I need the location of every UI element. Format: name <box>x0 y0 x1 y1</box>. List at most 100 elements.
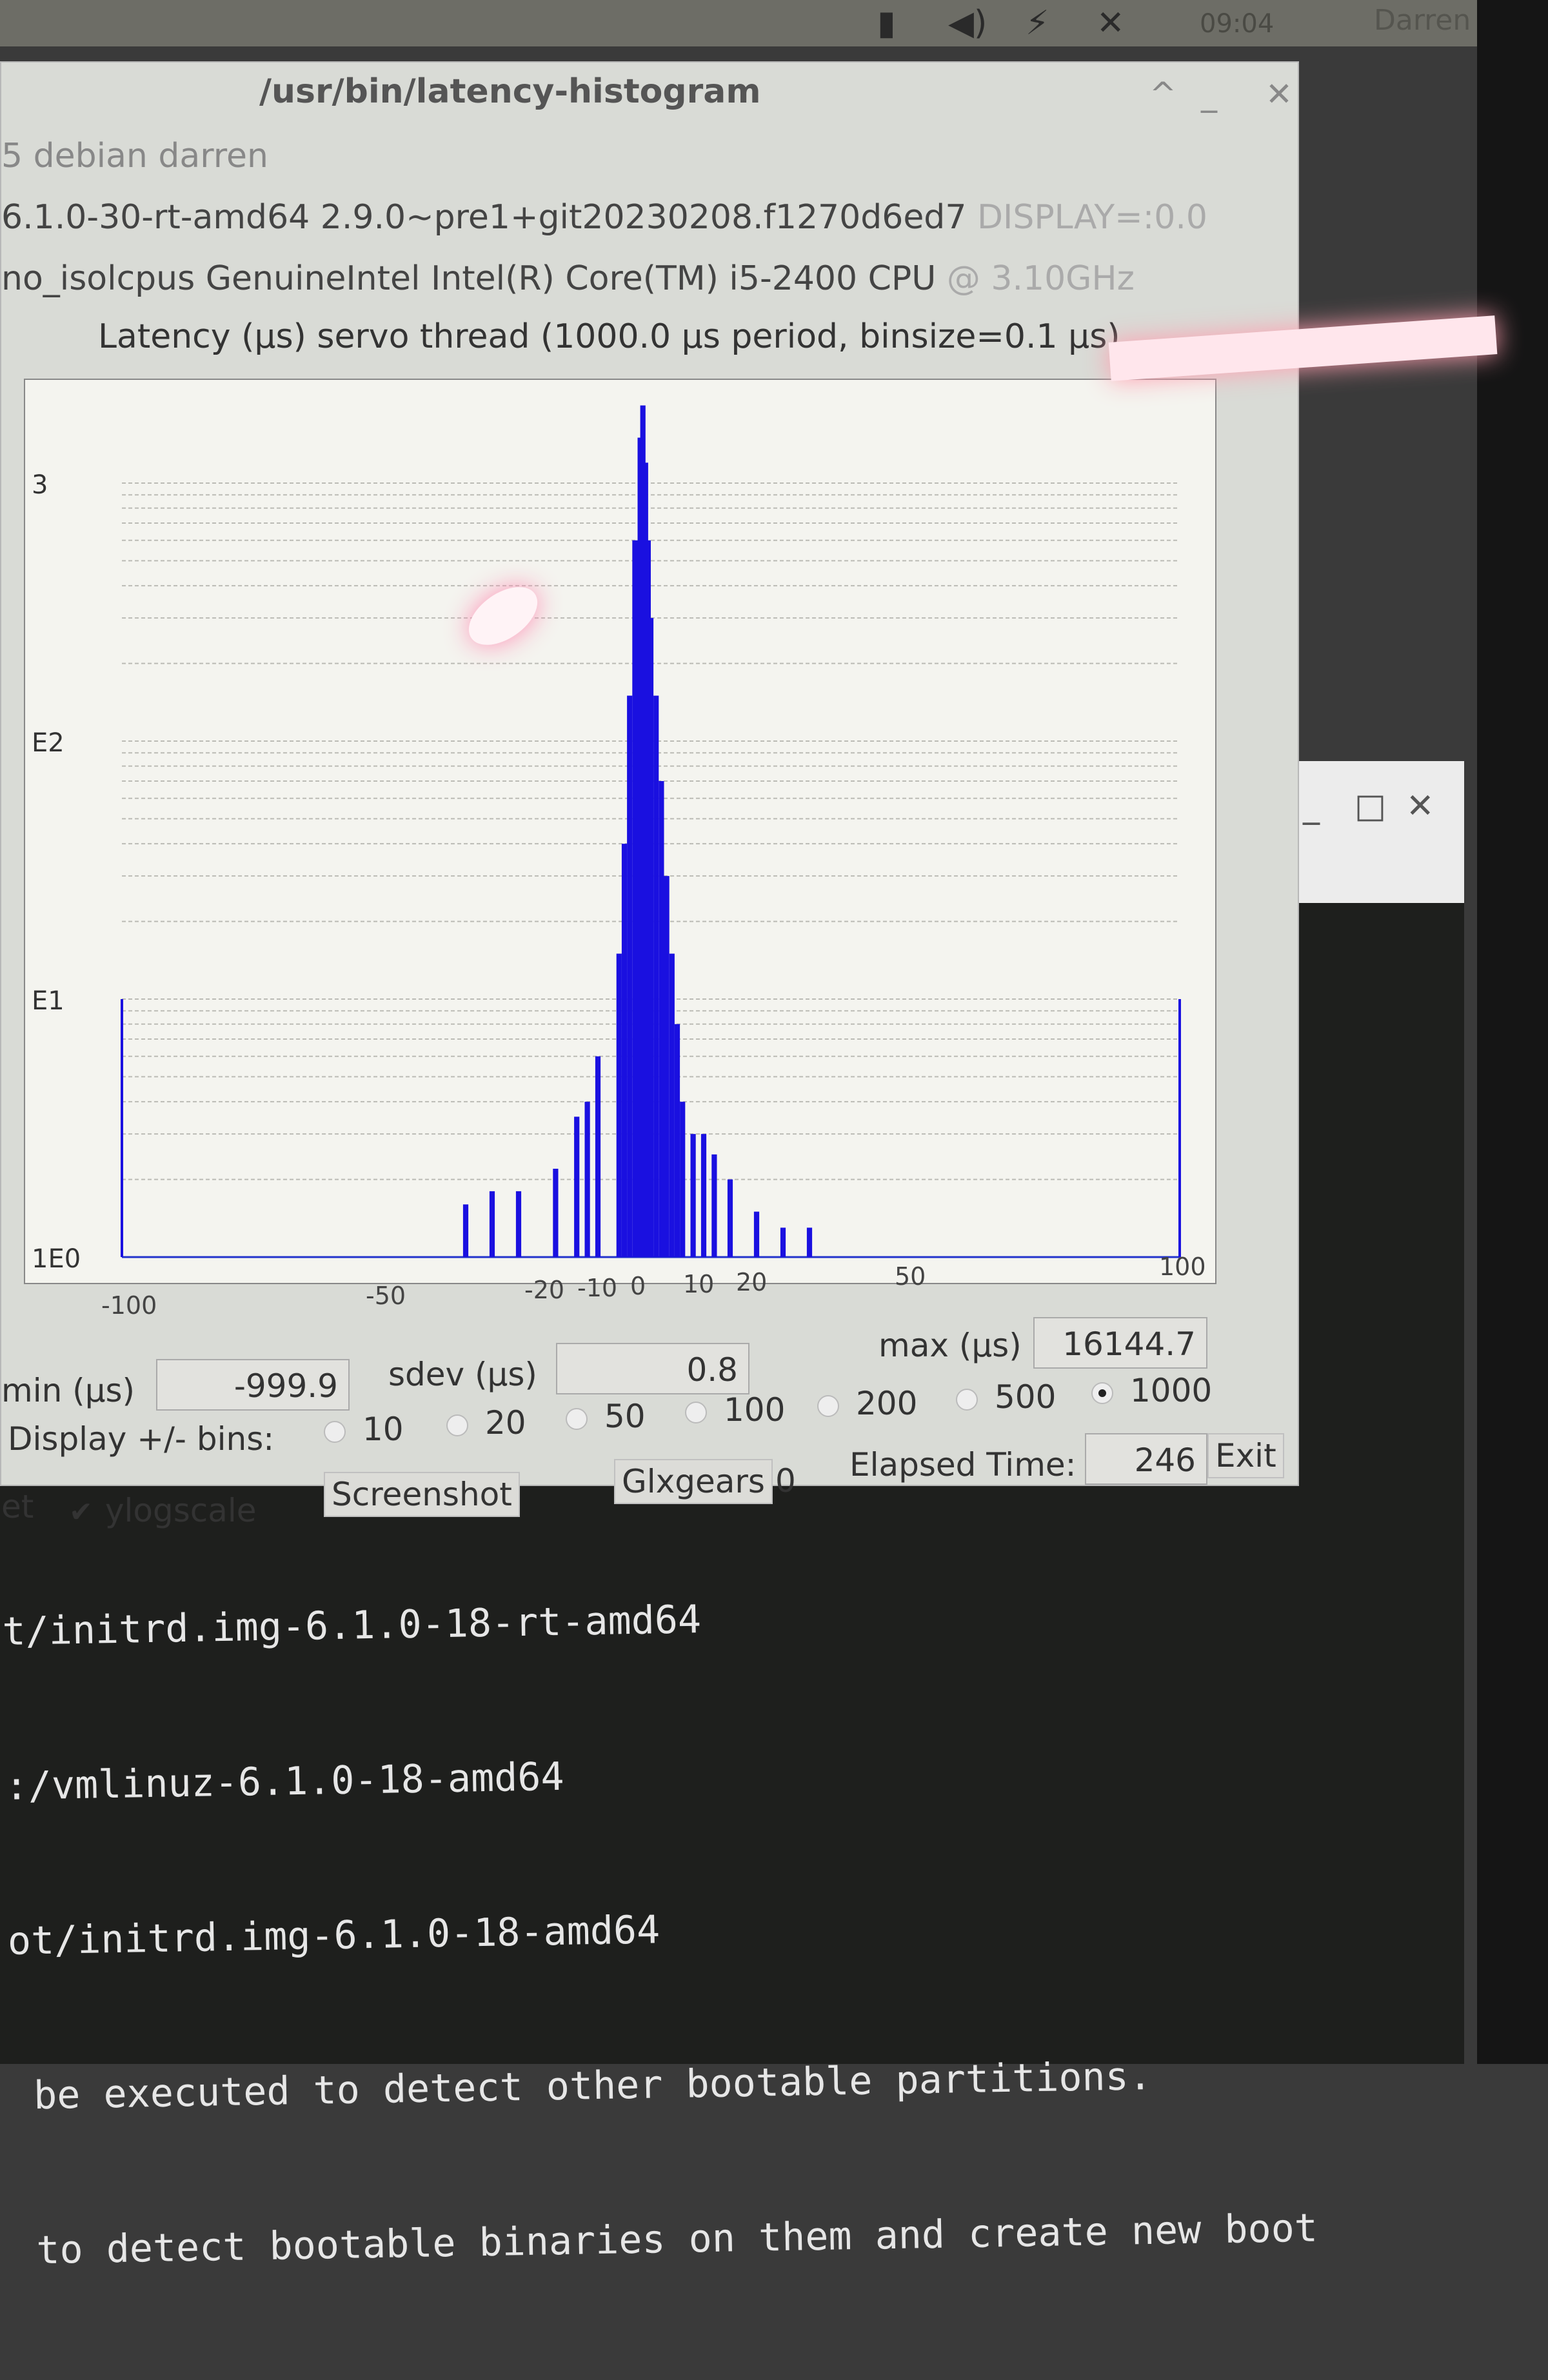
close-icon[interactable]: ✕ <box>1265 75 1293 113</box>
exit-button[interactable]: Exit <box>1207 1433 1284 1478</box>
bins-option-label: 500 <box>995 1378 1057 1416</box>
histogram-bar <box>462 1204 469 1257</box>
terminal-line: be executed to detect other bootable par… <box>10 2053 1153 2119</box>
minimize-icon[interactable]: _ <box>1303 787 1320 826</box>
histogram-bar <box>515 1191 522 1257</box>
histogram-bar <box>1178 999 1181 1257</box>
ylogscale-checkbox[interactable]: ✔ ylogscale <box>69 1492 257 1529</box>
screenshot-button[interactable]: Screenshot <box>324 1472 520 1517</box>
bins-radio-50[interactable]: 50 <box>566 1398 646 1435</box>
histogram-bar <box>690 1134 696 1257</box>
volume-icon[interactable]: ◀) <box>948 4 987 43</box>
panel-user[interactable]: Darren <box>1374 4 1471 37</box>
bins-option-label: 50 <box>604 1398 646 1435</box>
latency-title: Latency (µs) servo thread (1000.0 µs per… <box>98 317 1120 356</box>
x-tick-label: 10 <box>683 1270 715 1298</box>
glxgears-count: 0 <box>775 1462 796 1500</box>
histogram-bar <box>659 780 664 1257</box>
kernel-version: 6.1.0-30-rt-amd64 2.9.0~pre1+git20230208… <box>1 198 967 237</box>
histogram-bar <box>648 618 654 1257</box>
histogram-svg: 1E0 E1 E2 3 <box>32 405 1181 1274</box>
histogram-bar <box>121 999 123 1257</box>
histogram-chart: 1E0 E1 E2 3 <box>24 379 1216 1284</box>
background-window[interactable]: _ □ ✕ <box>1284 761 1464 903</box>
min-label: min (µs) <box>1 1372 135 1409</box>
display-bins-label: Display +/- bins: <box>8 1420 275 1458</box>
notification-icon[interactable]: ✕ <box>1096 4 1125 43</box>
y-tick-label: 1E0 <box>32 1244 81 1274</box>
bins-radio-20[interactable]: 20 <box>446 1404 526 1442</box>
y-tick-label: 3 <box>32 470 48 500</box>
histogram-bar <box>584 1102 590 1257</box>
histogram-bar <box>753 1211 760 1257</box>
ylogscale-label: ylogscale <box>104 1492 257 1529</box>
bins-option-label: 1000 <box>1130 1372 1213 1409</box>
x-tick-label: -50 <box>366 1282 406 1310</box>
min-value: -999.9 <box>156 1359 350 1411</box>
histogram-bar <box>680 1102 686 1257</box>
user-info: 5 debian darren <box>1 137 268 175</box>
battery-icon[interactable]: ⚡ <box>1026 4 1049 43</box>
histogram-bar <box>574 1116 580 1257</box>
bins-radio-100[interactable]: 100 <box>685 1391 785 1429</box>
x-tick-label: 20 <box>736 1268 768 1296</box>
terminal-line: to detect bootable binaries on them and … <box>12 2205 1318 2274</box>
reset-button[interactable]: et <box>1 1488 34 1525</box>
terminal-output: t/initrd.img-6.1.0-18-rt-amd64 :/vmlinuz… <box>0 1480 1320 2380</box>
histogram-bar <box>727 1179 733 1257</box>
maximize-icon[interactable]: □ <box>1354 787 1386 826</box>
histogram-bar <box>700 1134 707 1257</box>
histogram-bar <box>653 695 659 1257</box>
bins-option-label: 10 <box>362 1411 404 1448</box>
bins-radio-1000[interactable]: 1000 <box>1091 1372 1212 1409</box>
glxgears-button[interactable]: Glxgears <box>614 1459 773 1504</box>
bins-option-label: 100 <box>724 1391 786 1429</box>
histogram-bar <box>621 844 628 1257</box>
histogram-bar <box>711 1154 717 1257</box>
sdev-label: sdev (µs) <box>388 1356 537 1393</box>
histogram-bar <box>664 876 670 1257</box>
network-icon[interactable]: ▮ <box>877 4 896 43</box>
terminal-line: t/initrd.img-6.1.0-18-rt-amd64 <box>1 1597 702 1654</box>
elapsed-label: Elapsed Time: <box>849 1446 1077 1483</box>
bins-radio-10[interactable]: 10 <box>324 1411 404 1448</box>
histogram-window[interactable]: /usr/bin/latency-histogram ^ _ ✕ 5 debia… <box>0 61 1299 1529</box>
display-info: DISPLAY=:0.0 <box>977 198 1207 237</box>
cpu-model: no_isolcpus GenuineIntel Intel(R) Core(T… <box>1 259 937 298</box>
histogram-bar <box>632 540 638 1257</box>
bins-option-label: 200 <box>856 1385 918 1422</box>
top-panel: ▮ ◀) ⚡ ✕ 09:04 Darren <box>0 0 1503 46</box>
x-tick-label: 100 <box>1159 1253 1206 1281</box>
x-tick-label: -10 <box>577 1274 618 1302</box>
bins-radio-500[interactable]: 500 <box>956 1378 1056 1416</box>
close-icon[interactable]: ✕ <box>1406 787 1434 826</box>
histogram-bar <box>595 1056 601 1257</box>
panel-clock[interactable]: 09:04 <box>1200 9 1274 39</box>
histogram-bar <box>616 953 622 1257</box>
histogram-bar <box>669 953 675 1257</box>
histogram-bar <box>553 1169 559 1257</box>
x-tick-label: 0 <box>630 1272 646 1300</box>
minimize-icon[interactable]: _ <box>1201 75 1217 113</box>
histogram-bar <box>806 1227 813 1257</box>
window-title: /usr/bin/latency-histogram <box>259 72 761 111</box>
histogram-bar <box>674 1024 680 1257</box>
bins-option-label: 20 <box>485 1404 526 1442</box>
checkmark-icon: ✔ <box>69 1496 93 1529</box>
monitor-bezel <box>1477 0 1548 2064</box>
x-tick-label: 50 <box>895 1262 926 1291</box>
histogram-bar <box>489 1191 495 1257</box>
sdev-value: 0.8 <box>556 1343 749 1394</box>
terminal-line: ot/initrd.img-6.1.0-18-amd64 <box>7 1907 660 1964</box>
kernel-info: 6.1.0-30-rt-amd64 2.9.0~pre1+git20230208… <box>1 198 1207 237</box>
x-tick-label: -100 <box>101 1291 157 1320</box>
histogram-bar <box>627 695 633 1257</box>
max-label: max (µs) <box>878 1327 1022 1364</box>
histogram-bar <box>780 1227 786 1257</box>
chevron-up-icon[interactable]: ^ <box>1149 75 1176 113</box>
bins-radio-200[interactable]: 200 <box>817 1385 917 1422</box>
terminal-line: :/vmlinuz-6.1.0-18-amd64 <box>5 1754 565 1809</box>
cpu-info: no_isolcpus GenuineIntel Intel(R) Core(T… <box>1 259 1135 298</box>
y-tick-label: E1 <box>32 986 64 1016</box>
y-tick-label: E2 <box>32 728 64 758</box>
